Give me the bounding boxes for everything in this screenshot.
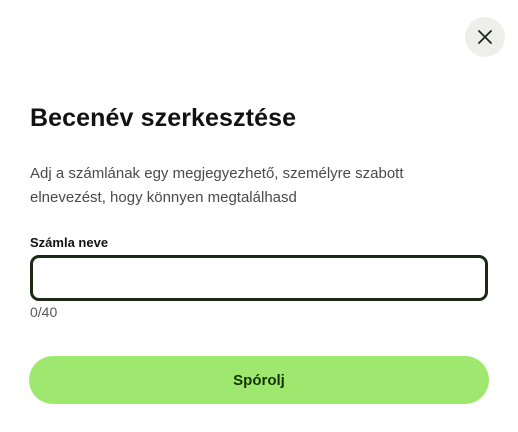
character-counter: 0/40 — [30, 304, 58, 320]
close-icon — [478, 30, 492, 44]
close-button[interactable] — [465, 17, 505, 57]
save-button[interactable]: Spórolj — [29, 356, 489, 404]
edit-nickname-dialog: Becenév szerkesztése Adj a számlának egy… — [0, 0, 518, 432]
dialog-description: Adj a számlának egy megjegyezhető, szemé… — [30, 165, 404, 206]
account-name-input[interactable] — [30, 255, 488, 301]
dialog-title: Becenév szerkesztése — [30, 104, 297, 132]
account-name-label: Számla neve — [30, 235, 109, 250]
